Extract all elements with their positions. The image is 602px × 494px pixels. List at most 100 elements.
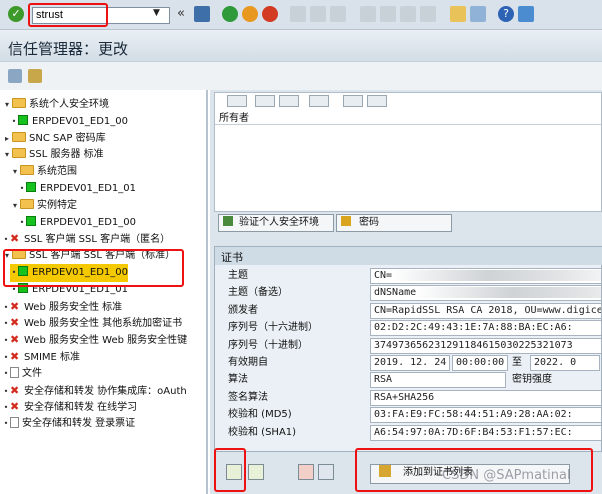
tree-node[interactable]: • ERPDEV01_ED1_00 [10, 264, 128, 282]
bullet-icon[interactable]: • [10, 281, 18, 299]
password-button[interactable]: 密码 [336, 214, 452, 232]
tree-node-label: ERPDEV01_ED1_00 [32, 115, 128, 127]
expand-arrow-icon[interactable]: ▾ [2, 247, 12, 265]
watermark: CSDN @SAPmatinal [442, 468, 571, 483]
print-icon[interactable] [290, 6, 306, 22]
bullet-icon[interactable]: • [18, 180, 26, 198]
enter-check-icon[interactable]: ✓ [8, 6, 24, 22]
tree-node[interactable]: • ERPDEV01_ED1_00 [10, 113, 128, 131]
tree-node[interactable]: • 安全存储和转发 登录票证 [2, 415, 135, 433]
help-icon[interactable]: ? [498, 6, 514, 22]
tree-node[interactable]: • ✖ Web 服务安全性 Web 服务安全性键 [2, 331, 188, 349]
lock-icon [341, 216, 351, 226]
tree-node-label: SSL 客户端 SSL 客户端（标准） [29, 250, 176, 262]
detail-button[interactable] [227, 95, 247, 107]
tree-node[interactable]: ▾ 系统个人安全环境 [2, 96, 109, 114]
layout-icon[interactable] [518, 6, 534, 22]
tree-node[interactable]: ▾ SSL 客户端 SSL 客户端（标准） [2, 247, 175, 265]
valid-to-value[interactable]: 2022. 0 [530, 355, 600, 371]
tree-node[interactable]: ▸ SNC SAP 密码库 [2, 130, 106, 148]
settings-icon[interactable] [28, 69, 42, 83]
export-button[interactable] [309, 95, 329, 107]
red-x-icon: ✖ [10, 333, 20, 347]
folder-icon [12, 98, 26, 108]
display-cert-icon[interactable] [318, 464, 334, 480]
exit-icon[interactable] [242, 6, 258, 22]
owner-column-header: 所有者 [219, 113, 249, 124]
shortcut-icon[interactable] [470, 6, 486, 22]
back-icon[interactable] [222, 6, 238, 22]
column-button[interactable] [367, 95, 387, 107]
cert-field-value[interactable]: RSA [370, 372, 506, 389]
tree-node[interactable]: • ✖ 安全存储和转发 在线学习 [2, 398, 138, 416]
cert-field-label: 主题（备选） [228, 287, 288, 299]
new-session-icon[interactable] [450, 6, 466, 22]
tree-node-label: 实例特定 [37, 199, 77, 211]
prev-page-icon[interactable] [380, 6, 396, 22]
tree-node[interactable]: • ERPDEV01_ED1_01 [10, 281, 128, 299]
expand-arrow-icon[interactable]: ▾ [10, 197, 20, 215]
tree-node[interactable]: • ✖ 安全存储和转发 协作集成库：oAuth [2, 382, 187, 400]
first-page-icon[interactable] [360, 6, 376, 22]
expand-arrow-icon[interactable]: ▸ [2, 130, 12, 148]
green-status-icon [18, 282, 28, 293]
save-icon[interactable] [194, 6, 210, 22]
tree-node-label: 安全存储和转发 协作集成库：oAuth [24, 385, 187, 397]
print-list-button[interactable] [343, 95, 363, 107]
folder-icon [20, 198, 34, 209]
bullet-icon[interactable]: • [2, 365, 10, 383]
bullet-icon[interactable]: • [2, 415, 10, 433]
red-x-icon: ✖ [10, 400, 20, 414]
folder-icon [20, 165, 34, 176]
find-icon[interactable] [310, 6, 326, 22]
add-cert-icon [379, 465, 391, 477]
export-cert-icon[interactable] [248, 464, 264, 480]
tree-node[interactable]: • ✖ SSL 客户端 SSL 客户端（匿名） [2, 230, 170, 248]
expand-arrow-icon[interactable]: ▾ [2, 146, 12, 164]
tree-node[interactable]: • ERPDEV01_ED1_01 [18, 180, 136, 198]
tree-node-label: ERPDEV01_ED1_00 [40, 216, 136, 228]
tree-node[interactable]: • ✖ SMIME 标准 [2, 348, 80, 366]
cert-field-value[interactable]: dNSName [370, 285, 602, 302]
green-status-icon [26, 215, 36, 226]
tree-node[interactable]: • 文件 [2, 365, 42, 383]
delete-cert-icon[interactable] [298, 464, 314, 480]
cert-field-value[interactable]: RSA+SHA256 [370, 389, 602, 406]
valid-from-time[interactable]: 00:00:00 [452, 355, 508, 371]
display-change-icon[interactable] [8, 69, 22, 83]
bullet-icon[interactable]: • [10, 113, 18, 131]
last-page-icon[interactable] [420, 6, 436, 22]
collapse-icon[interactable]: « [177, 6, 185, 21]
bullet-icon[interactable]: • [18, 214, 26, 232]
cert-field-value[interactable]: A6:54:97:0A:7D:6F:B4:53:F1:57:EC: [370, 424, 602, 441]
cert-field-value[interactable]: 374973656231291184615030225321073 [370, 337, 602, 354]
cert-field-label: 校验和 (MD5) [228, 409, 292, 421]
verify-pse-label: 验证个人安全环境 [239, 217, 319, 228]
cert-field-value[interactable]: 03:FA:E9:FC:58:44:51:A9:28:AA:02: [370, 407, 602, 424]
tree-node[interactable]: • ✖ Web 服务安全性 标准 [2, 298, 123, 316]
bullet-icon[interactable]: • [10, 264, 18, 282]
tree-node-label: ERPDEV01_ED1_00 [32, 267, 128, 278]
find-next-icon[interactable] [330, 6, 346, 22]
tree-node-label: 安全存储和转发 在线学习 [24, 402, 138, 414]
next-page-icon[interactable] [400, 6, 416, 22]
tree-node[interactable]: ▾ 实例特定 [10, 197, 77, 215]
expand-arrow-icon[interactable]: ▾ [10, 163, 20, 181]
cert-field-value[interactable]: 02:D2:2C:49:43:1E:7A:88:BA:EC:A6: [370, 320, 602, 337]
dropdown-arrow-icon[interactable]: ▼ [153, 8, 160, 18]
cert-field-value[interactable]: 2019. 12. 24 [370, 355, 450, 371]
filter-button[interactable] [255, 95, 275, 107]
cert-field-value[interactable]: CN=RapidSSL RSA CA 2018, OU=www.digicert… [370, 302, 602, 319]
verify-pse-button[interactable]: 验证个人安全环境 [218, 214, 334, 232]
command-field[interactable]: strust [32, 7, 170, 24]
tree-node-label: 安全存储和转发 登录票证 [22, 418, 136, 430]
cert-field-value[interactable]: CN= [370, 268, 602, 284]
sort-button[interactable] [279, 95, 299, 107]
tree-node[interactable]: ▾ SSL 服务器 标准 [2, 146, 104, 164]
tree-node[interactable]: • ERPDEV01_ED1_00 [18, 214, 136, 232]
tree-node[interactable]: • ✖ Web 服务安全性 其他系统加密证书 [2, 314, 183, 332]
cancel-icon[interactable] [262, 6, 278, 22]
expand-arrow-icon[interactable]: ▾ [2, 96, 12, 114]
tree-node[interactable]: ▾ 系统范围 [10, 163, 77, 181]
import-cert-icon[interactable] [226, 464, 242, 480]
